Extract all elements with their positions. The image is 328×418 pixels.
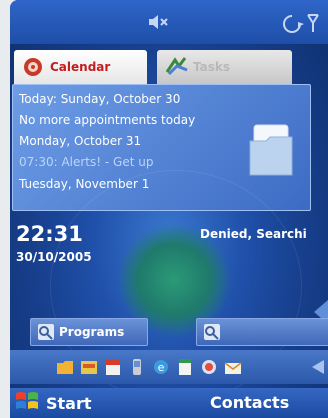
quick-launch-strip: e xyxy=(10,350,328,384)
calendar-icon xyxy=(22,56,44,78)
search-button[interactable] xyxy=(196,318,328,346)
mail-icon[interactable] xyxy=(224,358,242,376)
programs-button[interactable]: Programs xyxy=(30,318,148,346)
agenda-line[interactable]: Today: Sunday, October 30 xyxy=(19,92,180,106)
contacts-button[interactable]: Contacts xyxy=(210,393,289,412)
signal-icon[interactable] xyxy=(282,12,322,38)
folder-icon xyxy=(248,123,294,183)
phone-icon[interactable] xyxy=(128,358,146,376)
svg-text:e: e xyxy=(158,361,165,374)
programs-icon xyxy=(37,323,55,341)
media-icon[interactable] xyxy=(200,358,218,376)
start-label: Start xyxy=(46,393,92,413)
tasks-icon xyxy=(165,56,188,78)
tab-tasks-label: Tasks xyxy=(193,60,231,74)
start-button[interactable]: Start xyxy=(14,391,92,415)
chevron-left-icon[interactable] xyxy=(308,358,326,376)
clock-time: 22:31 xyxy=(16,222,83,246)
speaker-muted-icon[interactable] xyxy=(147,12,169,36)
agenda-line[interactable]: Monday, October 31 xyxy=(19,134,141,148)
tab-calendar-label: Calendar xyxy=(50,60,111,74)
notes-icon[interactable] xyxy=(176,358,194,376)
programs-label: Programs xyxy=(59,325,125,339)
soft-key-bar: Start Contacts xyxy=(10,388,328,418)
folder-icon[interactable] xyxy=(56,358,74,376)
internet-explorer-icon[interactable]: e xyxy=(152,358,170,376)
windows-logo-icon xyxy=(14,389,40,417)
status-bar xyxy=(10,0,328,44)
network-status[interactable]: Denied, Searchi xyxy=(200,227,307,241)
agenda-line[interactable]: No more appointments today xyxy=(19,113,195,127)
tab-calendar[interactable]: Calendar xyxy=(14,50,147,84)
clock-date: 30/10/2005 xyxy=(16,250,92,264)
calendar-icon[interactable] xyxy=(104,358,122,376)
agenda-line[interactable]: 07:30: Alerts! - Get up xyxy=(19,155,153,169)
inbox-icon[interactable] xyxy=(80,358,98,376)
tab-tasks[interactable]: Tasks xyxy=(157,50,292,84)
today-screen: Calendar Tasks Today: Sunday, October 30… xyxy=(10,0,328,418)
search-icon xyxy=(203,323,221,341)
